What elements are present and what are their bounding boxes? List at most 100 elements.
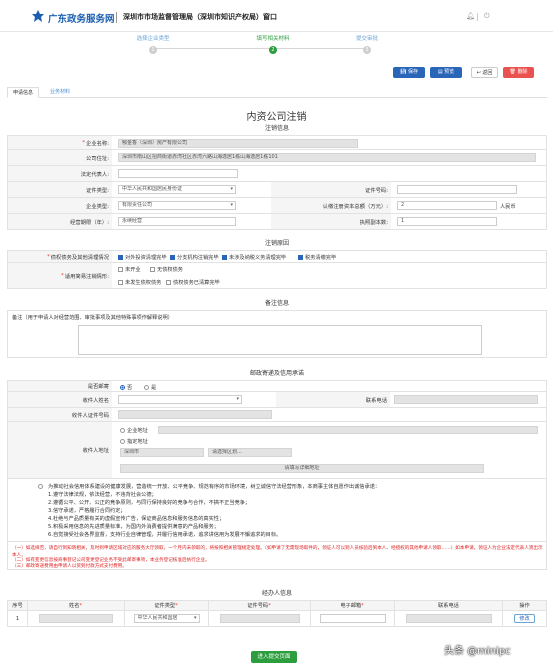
recipient-id-label: 收件人证件号码: [8, 408, 112, 421]
checkbox[interactable]: [166, 280, 171, 285]
row-remarks: 备注（用于申请人对经营范围、审批事项及其他特殊事项作解释说明）: [7, 310, 547, 358]
section-cancel-info: 注销信息: [264, 125, 289, 132]
row-term: 经营期限（年）: 永续经营 执照副本数: 1: [7, 214, 547, 230]
row-recipient-id: 收件人证件号码: [7, 408, 547, 422]
simple-option-3[interactable]: 未发生债权债务: [118, 279, 161, 286]
currency-unit: 人民币: [500, 204, 516, 210]
agent-email-input[interactable]: [319, 614, 386, 623]
bell-icon[interactable]: 🔔︎: [466, 12, 475, 20]
row-legal-rep: 法定代表人:: [7, 166, 547, 182]
legal-rep-label: 法定代表人:: [8, 166, 112, 181]
step-number: 1: [149, 46, 157, 54]
promise-line-2: 2.遵循公平、公开、公正的竞争原则，与同行保持良好的竞争与合作，不搞不正当竞争；: [48, 500, 251, 506]
preview-button[interactable]: ▤ 预览: [430, 67, 462, 78]
legal-rep-input[interactable]: [118, 169, 238, 178]
recipient-phone-label: 联系电话: [276, 392, 390, 407]
id-number-input[interactable]: [397, 185, 517, 194]
mail-no-radio[interactable]: 否: [120, 384, 132, 391]
remarks-label: 备注（用于申请人对经营范围、审批事项及其他特殊事项作解释说明）: [12, 315, 173, 321]
top-header: 广东政务服务网 深圳市市场监督管理局（深圳市知识产权局）窗口 🔔︎ ⏻: [0, 0, 553, 32]
company-name-label: * 企业名称:: [8, 136, 112, 149]
address-option-specified[interactable]: 指定地址: [120, 438, 148, 445]
agent-phone-cell: [395, 611, 503, 626]
company-address-field: [158, 426, 538, 434]
edit-button[interactable]: 修改: [514, 614, 535, 623]
checkbox[interactable]: [118, 280, 123, 285]
row-debt: * 债权债务及其他清理情况 对外投资清理完毕 分支机构注销完毕 未涉及纳税义务清理…: [7, 250, 547, 263]
debt-option-2[interactable]: 分支机构注销完毕: [170, 254, 219, 261]
debt-option-1[interactable]: 对外投资清理完毕: [118, 254, 167, 261]
row-mail: 是否邮寄 否 是: [7, 380, 547, 392]
tab-business-materials[interactable]: 业务材料: [45, 87, 75, 98]
guangdong-logo-icon: [32, 10, 44, 22]
simple-option-4[interactable]: 债权债务已清算完毕: [166, 279, 220, 286]
id-type-select[interactable]: 中华人民共和国居民身份证: [118, 185, 236, 194]
row-recipient: 收件人姓名 联系电话: [7, 392, 547, 408]
save-button[interactable]: 💾︎ 保存: [393, 67, 425, 78]
debt-option-4[interactable]: 税务清缴完毕: [298, 254, 336, 261]
power-icon[interactable]: ⏻: [484, 12, 490, 21]
recipient-name-select[interactable]: [118, 395, 242, 404]
table-row: 1 中华人民共和国居 修改: [7, 611, 547, 627]
address-field: 深圳市南山区招商街道赤湾社区赤湾六路山海逸居1栋山海逸居1栋101: [118, 153, 536, 162]
agent-id-number-cell: [209, 611, 311, 626]
simple-option-1[interactable]: 未开业: [118, 266, 141, 273]
mail-yes-radio[interactable]: 是: [144, 384, 156, 391]
col-index: 序号: [8, 601, 28, 610]
step-select-type[interactable]: 选择企业类型 1: [103, 34, 203, 54]
radio[interactable]: [144, 385, 149, 390]
col-name: 姓名 *: [28, 601, 125, 610]
agent-id-type-select[interactable]: 中华人民共和国居: [133, 614, 200, 623]
red-notes-block: （一）如选择否，请自行到知晓相关，及时到申请区域对应的服务大厅领取，一个月内未领…: [7, 542, 547, 570]
step-submit-approval[interactable]: 提交审批 3: [317, 34, 417, 54]
row-simple-cancel: * 适用简易注销情形: 未开业 无债权债务 未发生债权债务 债权债务已清算完毕: [7, 263, 547, 289]
copies-input[interactable]: 1: [397, 217, 497, 226]
step-fill-materials[interactable]: 填写相关材料 2: [223, 34, 323, 54]
col-action: 操作: [519, 603, 530, 609]
company-type-select[interactable]: 有限责任公司: [118, 201, 236, 210]
capital-input[interactable]: 2: [397, 201, 497, 210]
remarks-textarea[interactable]: [78, 325, 482, 355]
back-button[interactable]: ↩ 返回: [471, 67, 498, 78]
checkbox[interactable]: [170, 255, 175, 260]
red-note-2: （三）邮政寄递费用由申请人以货到付款方式支付费用。: [12, 564, 127, 569]
submit-page-button[interactable]: 进入提交页面: [251, 651, 297, 663]
term-input[interactable]: 永续经营: [118, 217, 236, 226]
simple-cancel-label: * 适用简易注销情形:: [8, 263, 112, 288]
city-select: 深圳市: [120, 448, 204, 457]
checkbox[interactable]: [298, 255, 303, 260]
debt-option-3[interactable]: 未涉及纳税义务清理完毕: [222, 254, 286, 261]
agent-table-header: 序号 姓名 * 证件类型 * 证件号码 * 电子邮箱 * 联系电话 操作: [7, 600, 547, 611]
agent-email-cell: [311, 611, 395, 626]
id-number-label: 证件号码:: [271, 182, 391, 197]
col-email: 电子邮箱 *: [311, 601, 395, 610]
address-option-company[interactable]: 企业地址: [120, 427, 148, 434]
district-select: 请选择区划...: [208, 448, 292, 457]
radio[interactable]: [120, 439, 125, 444]
checkbox[interactable]: [222, 255, 227, 260]
radio[interactable]: [120, 385, 125, 390]
recipient-id-field: [118, 410, 272, 419]
capital-label: 认缴注册资本总额（万元）:: [271, 198, 391, 213]
promise-radio[interactable]: [38, 484, 43, 489]
id-type-label: 证件类型:: [8, 182, 112, 197]
radio[interactable]: [120, 428, 125, 433]
tab-application-info[interactable]: 申请信息: [7, 87, 40, 98]
company-name-field: 郁金香（深圳）房产有限公司: [118, 139, 358, 148]
watermark: 头条 @minipc: [444, 646, 511, 657]
simple-option-2[interactable]: 无债权债务: [150, 266, 183, 273]
agent-id-type-cell: 中华人民共和国居: [125, 611, 209, 626]
checkbox[interactable]: [118, 267, 123, 272]
checkbox[interactable]: [118, 255, 123, 260]
copies-label: 执照副本数:: [271, 214, 391, 229]
promise-line-4: 4.杜绝与产品质量有关的虚假宣传广告，保证商品信息和服务信息的真实性；: [48, 516, 225, 522]
debt-label: * 债权债务及其他清理情况: [8, 251, 112, 262]
delete-button[interactable]: 🗑︎ 删除: [503, 67, 534, 78]
step-number: 2: [269, 46, 277, 54]
checkbox[interactable]: [150, 267, 155, 272]
row-company-name: * 企业名称: 郁金香（深圳）房产有限公司: [7, 135, 547, 150]
agent-phone-field: [405, 614, 492, 623]
detail-address-field: 请填写详细地址: [120, 464, 484, 473]
promise-line-1: 1.遵守法律法规，依法经营，不违背社会公德；: [48, 492, 157, 498]
agent-action-cell: 修改: [503, 611, 546, 626]
